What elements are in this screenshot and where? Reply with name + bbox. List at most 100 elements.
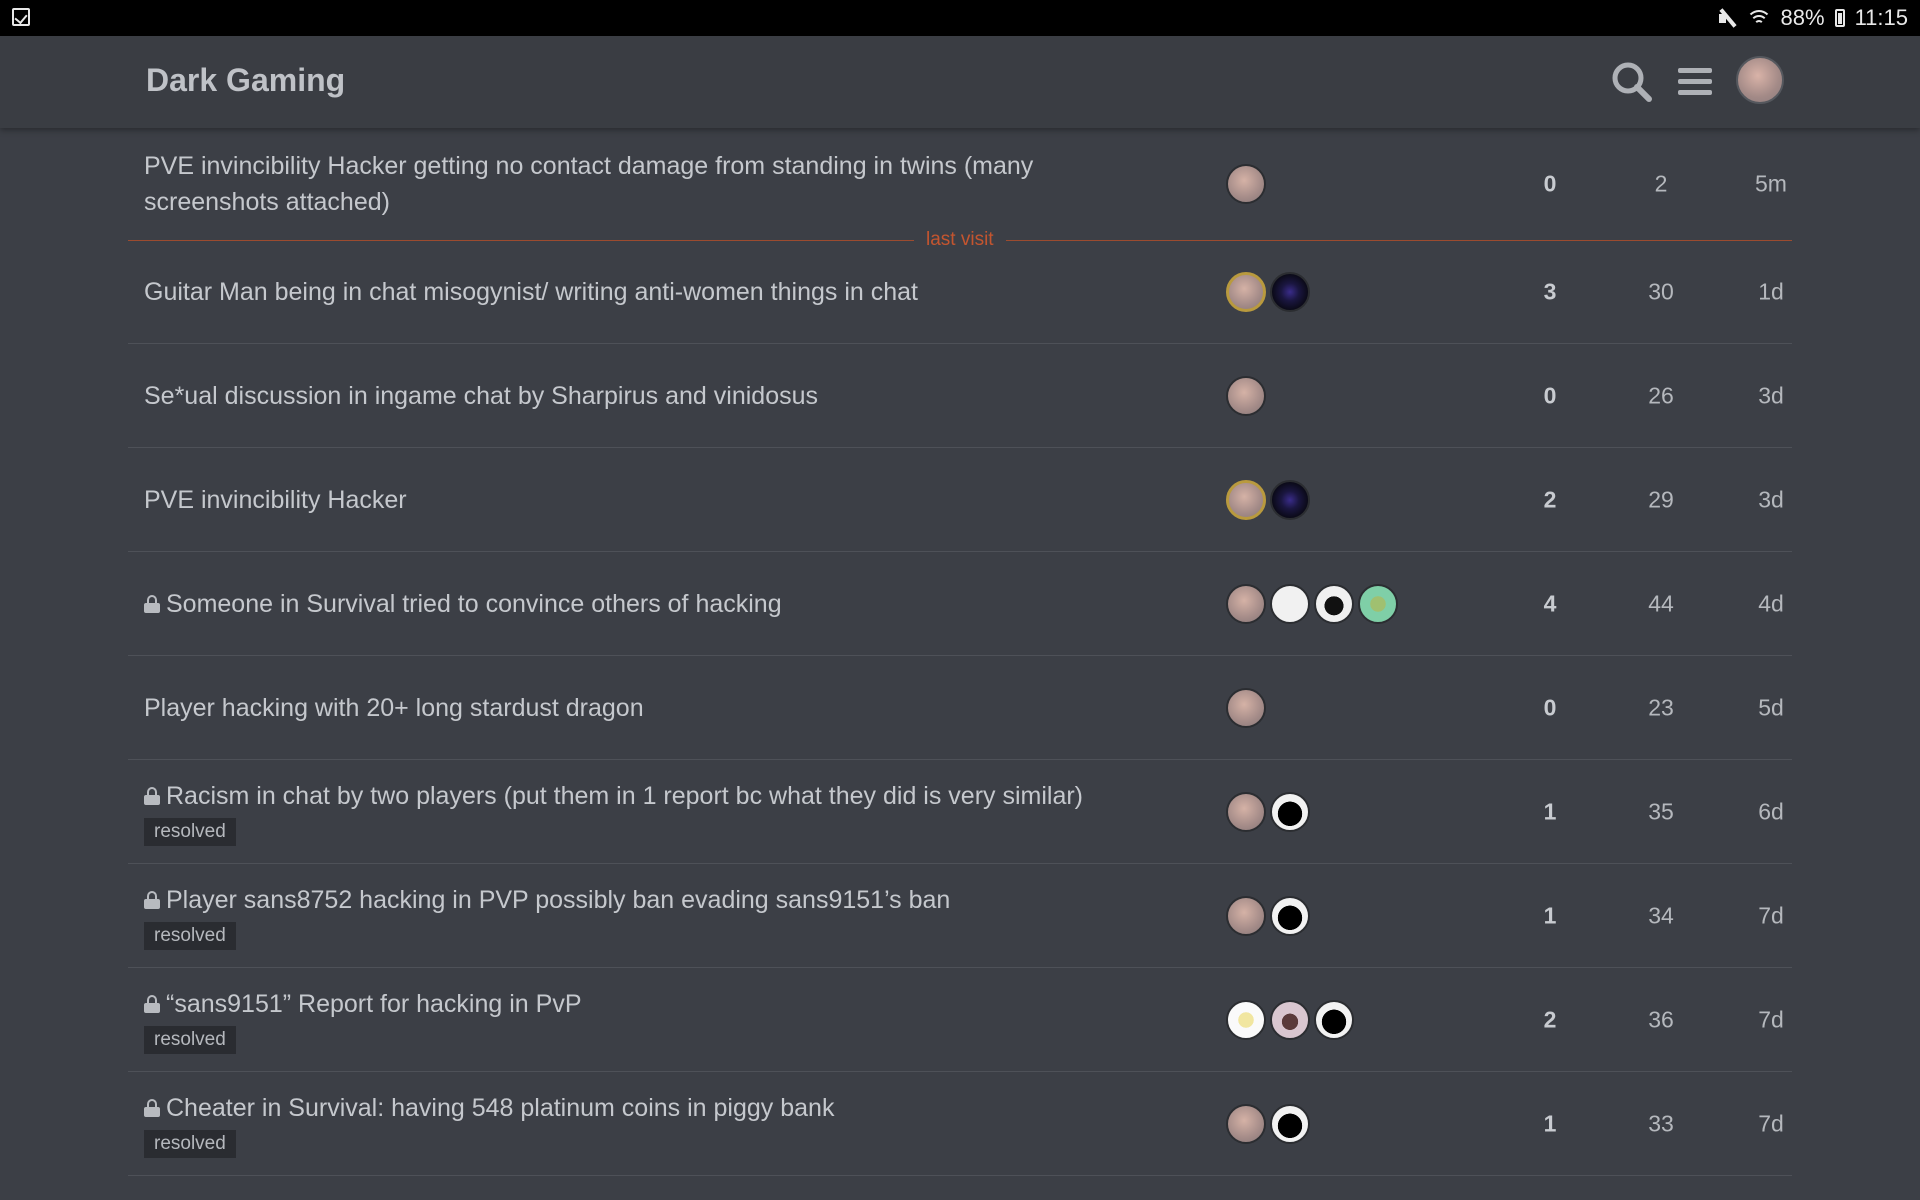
topic-title-text: Racism in chat by two players (put them … <box>166 781 1084 810</box>
topic-title-link[interactable]: PVE invincibility Hacker getting no cont… <box>144 148 1144 220</box>
activity-age[interactable]: 6d <box>1731 798 1811 825</box>
view-count: 23 <box>1648 694 1674 720</box>
reply-count: 4 <box>1543 590 1557 616</box>
activity-age[interactable]: 3d <box>1731 382 1811 409</box>
view-count: 34 <box>1648 902 1674 928</box>
lock-icon <box>144 1098 160 1117</box>
topic-row[interactable]: Someone in Survival tried to convince ot… <box>128 552 1792 656</box>
clock: 11:15 <box>1854 5 1908 30</box>
topic-row[interactable]: Player hacking with 20+ long stardust dr… <box>128 656 1792 760</box>
topic-row[interactable]: “sans9151” Report for hacking in PvP reso… <box>128 968 1792 1072</box>
reply-count: 0 <box>1543 382 1557 408</box>
topic-title-link[interactable]: Racism in chat by two players (put them … <box>144 778 1144 814</box>
topic-title-link[interactable]: Someone in Survival tried to convince ot… <box>144 586 1144 622</box>
view-count: 35 <box>1648 798 1674 824</box>
activity-age[interactable]: 1d <box>1731 278 1811 305</box>
activity-age[interactable]: 7d <box>1731 902 1811 929</box>
lock-icon <box>144 994 160 1013</box>
view-count: 2 <box>1654 170 1668 197</box>
activity-age[interactable]: 7d <box>1731 1006 1811 1033</box>
view-count: 29 <box>1648 486 1674 512</box>
topic-title-link[interactable]: Player sans8752 hacking in PVP possibly … <box>144 882 1144 918</box>
topic-title-link[interactable]: Cheater in Survival: having 548 platinum… <box>144 1090 1144 1126</box>
topic-title-link[interactable]: PVE invincibility Hacker <box>144 482 1144 518</box>
view-count: 44 <box>1648 590 1674 616</box>
topic-row[interactable]: PVE invincibility Hacker 2 29 3d <box>128 448 1792 552</box>
poster-avatar[interactable] <box>1270 895 1310 936</box>
poster-avatar[interactable] <box>1226 999 1266 1040</box>
topic-title-text: Player sans8752 hacking in PVP possibly … <box>166 885 951 914</box>
poster-avatar[interactable] <box>1226 791 1266 832</box>
topic-title-wrap: Racism in chat by two players (put them … <box>144 778 1144 846</box>
activity-age[interactable]: 4d <box>1731 590 1811 617</box>
poster-avatar[interactable] <box>1314 999 1354 1040</box>
topic-title-text: PVE invincibility Hacker getting no cont… <box>144 152 1034 216</box>
topic-title-link[interactable]: Guitar Man being in chat misogynist/ wri… <box>144 274 1144 310</box>
topic-row[interactable]: Player sans8752 hacking in PVP possibly … <box>128 864 1792 968</box>
poster-avatar[interactable] <box>1270 1103 1310 1144</box>
topic-title-text: Someone in Survival tried to convince ot… <box>166 589 782 618</box>
topic-posters <box>1226 895 1310 936</box>
poster-avatar[interactable] <box>1270 999 1310 1040</box>
topic-title-text: Player hacking with 20+ long stardust dr… <box>144 693 644 722</box>
resolved-tag[interactable]: resolved <box>144 817 236 846</box>
topic-title-text: Cheater in Survival: having 548 platinum… <box>166 1093 835 1122</box>
lock-icon <box>144 786 160 805</box>
reply-count: 2 <box>1543 1006 1557 1032</box>
topic-row[interactable]: Se*ual discussion in ingame chat by Shar… <box>128 344 1792 448</box>
topic-row[interactable]: Cheater in Survival: having 548 platinum… <box>128 1072 1792 1176</box>
activity-age[interactable]: 5d <box>1731 694 1811 721</box>
topic-list: PVE invincibility Hacker getting no cont… <box>128 128 1792 1176</box>
topic-title-wrap: PVE invincibility Hacker getting no cont… <box>144 148 1144 220</box>
view-count: 30 <box>1648 278 1674 304</box>
topic-title-link[interactable]: “sans9151” Report for hacking in PvP <box>144 986 1144 1022</box>
topic-title-link[interactable]: Se*ual discussion in ingame chat by Shar… <box>144 378 1144 414</box>
topic-row[interactable]: Guitar Man being in chat misogynist/ wri… <box>128 240 1792 344</box>
poster-avatar[interactable] <box>1226 271 1266 312</box>
topic-title-text: Guitar Man being in chat misogynist/ wri… <box>144 277 918 306</box>
poster-avatar[interactable] <box>1358 583 1398 624</box>
activity-age[interactable]: 7d <box>1731 1110 1811 1137</box>
poster-avatar[interactable] <box>1270 271 1310 312</box>
battery-icon <box>1834 9 1845 27</box>
task-check-icon <box>12 8 30 26</box>
resolved-tag[interactable]: resolved <box>144 1129 236 1158</box>
poster-avatar[interactable] <box>1226 583 1266 624</box>
view-count: 26 <box>1648 382 1674 408</box>
reply-count: 1 <box>1543 902 1557 928</box>
topic-title-wrap: Someone in Survival tried to convince ot… <box>144 586 1144 622</box>
resolved-tag[interactable]: resolved <box>144 1025 236 1054</box>
hamburger-menu-icon[interactable] <box>1674 60 1718 104</box>
topic-posters <box>1226 271 1310 312</box>
poster-avatar[interactable] <box>1270 791 1310 832</box>
poster-avatar[interactable] <box>1226 479 1266 520</box>
topic-title-link[interactable]: Player hacking with 20+ long stardust dr… <box>144 690 1144 726</box>
activity-age[interactable]: 3d <box>1731 486 1811 513</box>
site-title[interactable]: Dark Gaming <box>146 62 345 99</box>
poster-avatar[interactable] <box>1226 164 1266 204</box>
search-icon[interactable] <box>1610 60 1654 104</box>
user-avatar[interactable] <box>1736 56 1784 104</box>
poster-avatar[interactable] <box>1226 895 1266 936</box>
topic-title-wrap: “sans9151” Report for hacking in PvP reso… <box>144 986 1144 1054</box>
poster-avatar[interactable] <box>1226 687 1266 728</box>
site-header: Dark Gaming <box>0 36 1920 128</box>
topic-title-text: “sans9151” Report for hacking in PvP <box>166 989 582 1018</box>
poster-avatar[interactable] <box>1270 479 1310 520</box>
lock-icon <box>144 594 160 613</box>
reply-count: 1 <box>1543 1110 1557 1136</box>
topic-row[interactable]: Racism in chat by two players (put them … <box>128 760 1792 864</box>
poster-avatar[interactable] <box>1314 583 1354 624</box>
reply-count: 2 <box>1543 486 1557 512</box>
topic-row[interactable]: PVE invincibility Hacker getting no cont… <box>128 128 1792 240</box>
view-count: 36 <box>1648 1006 1674 1032</box>
poster-avatar[interactable] <box>1270 583 1310 624</box>
poster-avatar[interactable] <box>1226 1103 1266 1144</box>
poster-avatar[interactable] <box>1226 375 1266 416</box>
reply-count: 3 <box>1543 278 1557 304</box>
topic-posters <box>1226 375 1266 416</box>
topic-posters <box>1226 791 1310 832</box>
activity-age[interactable]: 5m <box>1731 171 1811 198</box>
resolved-tag[interactable]: resolved <box>144 921 236 950</box>
topic-title-wrap: Guitar Man being in chat misogynist/ wri… <box>144 274 1144 310</box>
